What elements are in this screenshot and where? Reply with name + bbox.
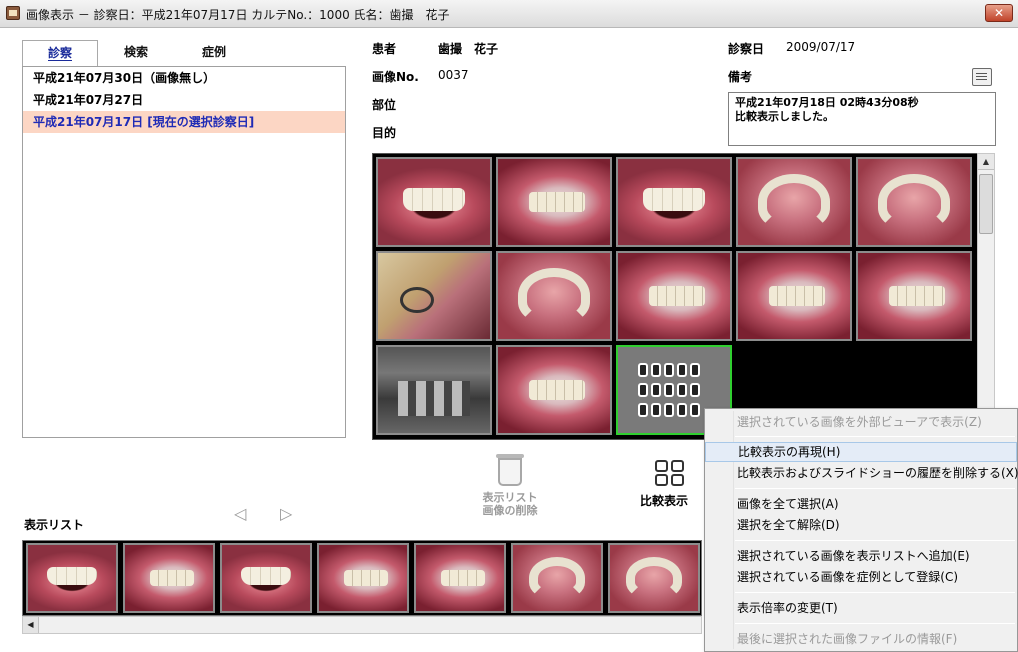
image-thumbnail[interactable] xyxy=(736,251,852,341)
memo-line-2: 比較表示しました。 xyxy=(735,110,834,123)
image-thumbnail[interactable] xyxy=(496,345,612,435)
memo-edit-icon[interactable] xyxy=(972,68,992,86)
purpose-label: 目的 xyxy=(372,126,397,140)
scroll-thumb[interactable] xyxy=(979,174,993,234)
menu-item-register-case[interactable]: 選択されている画像を症例として登録(C) xyxy=(705,567,1017,587)
compare-button[interactable]: 比較表示 xyxy=(640,492,688,509)
display-list-thumbnail[interactable] xyxy=(26,543,118,613)
exam-date-item[interactable]: 平成21年07月27日 xyxy=(23,89,345,111)
image-thumbnail[interactable] xyxy=(376,157,492,247)
display-list-thumbnail[interactable] xyxy=(317,543,409,613)
tab-search[interactable]: 検索 xyxy=(98,40,174,66)
display-list-thumbnail[interactable] xyxy=(511,543,603,613)
delete-display-list-button[interactable]: 表示リスト 画像の削除 xyxy=(472,491,548,517)
delete-label-line-2: 画像の削除 xyxy=(482,504,538,517)
menu-item-add-to-display-list[interactable]: 選択されている画像を表示リストへ追加(E) xyxy=(705,546,1017,566)
image-no-label: 画像No. xyxy=(372,70,419,84)
scroll-left-icon[interactable]: ◀ xyxy=(23,617,39,633)
image-thumbnail[interactable] xyxy=(616,157,732,247)
exam-date-list[interactable]: 平成21年07月30日（画像無し） 平成21年07月27日 平成21年07月17… xyxy=(22,66,346,438)
image-thumbnail[interactable] xyxy=(856,251,972,341)
exam-date-item[interactable]: 平成21年07月30日（画像無し） xyxy=(23,67,345,89)
image-thumbnail[interactable] xyxy=(496,251,612,341)
menu-item-file-info[interactable]: 最後に選択された画像ファイルの情報(F) xyxy=(705,629,1017,649)
menu-item-deselect-all[interactable]: 選択を全て解除(D) xyxy=(705,515,1017,535)
exam-date-item-selected[interactable]: 平成21年07月17日 [現在の選択診察日] xyxy=(23,111,345,133)
trash-icon[interactable] xyxy=(496,454,524,486)
prev-arrow-icon[interactable]: ◁ xyxy=(234,504,246,523)
menu-item-change-zoom[interactable]: 表示倍率の変更(T) xyxy=(705,598,1017,618)
image-thumbnail[interactable] xyxy=(376,345,492,435)
context-menu: 選択されている画像を外部ビューアで表示(Z) 比較表示の再現(H) 比較表示およ… xyxy=(704,408,1018,652)
image-thumbnail[interactable] xyxy=(616,251,732,341)
menu-separator xyxy=(735,436,1015,437)
window-title: 画像表示 － 診察日：平成21年07月17日 カルテNo.：1000 氏名：歯撮… xyxy=(26,8,450,22)
display-list-thumbnail[interactable] xyxy=(123,543,215,613)
display-list-strip[interactable] xyxy=(22,540,702,616)
scroll-up-icon[interactable]: ▲ xyxy=(978,154,994,170)
display-list-thumbnail[interactable] xyxy=(608,543,700,613)
tab-exam-label: 診察 xyxy=(47,46,72,61)
menu-item-external-viewer[interactable]: 選択されている画像を外部ビューアで表示(Z) xyxy=(705,412,1017,432)
menu-separator xyxy=(735,540,1015,541)
display-list-label: 表示リスト xyxy=(24,518,85,532)
menu-separator xyxy=(735,623,1015,624)
memo-box[interactable]: 平成21年07月18日 02時43分08秒 比較表示しました。 xyxy=(728,92,996,146)
exam-date-label: 診察日 xyxy=(728,42,765,56)
menu-item-delete-history[interactable]: 比較表示およびスライドショーの履歴を削除する(X) xyxy=(705,463,1018,483)
patient-name: 歯撮 花子 xyxy=(438,42,499,56)
compare-icon[interactable] xyxy=(655,460,687,488)
image-thumbnail[interactable] xyxy=(376,251,492,341)
display-list-scrollbar[interactable]: ◀ xyxy=(22,616,702,634)
image-no-value: 0037 xyxy=(438,68,469,82)
display-list-thumbnail[interactable] xyxy=(220,543,312,613)
memo-label: 備考 xyxy=(728,70,753,84)
close-button[interactable]: ✕ xyxy=(985,4,1013,22)
tab-exam[interactable]: 診察 xyxy=(22,40,98,66)
exam-date-value: 2009/07/17 xyxy=(786,40,856,54)
menu-separator xyxy=(735,592,1015,593)
tab-case[interactable]: 症例 xyxy=(176,40,252,66)
image-thumbnail[interactable] xyxy=(496,157,612,247)
patient-label: 患者 xyxy=(372,42,397,56)
delete-label-line-1: 表示リスト xyxy=(482,491,538,504)
display-list-thumbnail[interactable] xyxy=(414,543,506,613)
menu-item-reproduce-compare[interactable]: 比較表示の再現(H) xyxy=(705,442,1017,462)
memo-line-1: 平成21年07月18日 02時43分08秒 xyxy=(735,96,919,109)
part-label: 部位 xyxy=(372,98,397,112)
image-thumbnail[interactable] xyxy=(736,157,852,247)
title-bar: 画像表示 － 診察日：平成21年07月17日 カルテNo.：1000 氏名：歯撮… xyxy=(0,0,1018,28)
next-arrow-icon[interactable]: ▷ xyxy=(280,504,292,523)
image-thumbnail[interactable] xyxy=(856,157,972,247)
menu-separator xyxy=(735,488,1015,489)
image-grid-scrollbar[interactable]: ▲ xyxy=(977,153,995,440)
app-icon xyxy=(6,6,20,20)
menu-item-select-all[interactable]: 画像を全て選択(A) xyxy=(705,494,1017,514)
image-grid[interactable] xyxy=(372,153,978,440)
